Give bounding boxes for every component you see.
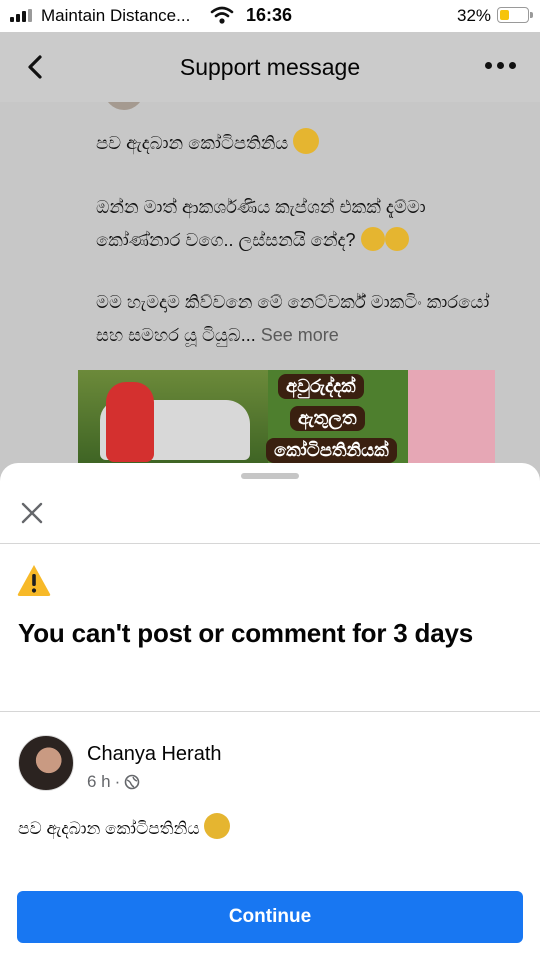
- warning-icon: [17, 565, 51, 596]
- continue-button[interactable]: Continue: [17, 891, 523, 943]
- close-button[interactable]: [16, 497, 48, 529]
- sheet-grabber[interactable]: [241, 473, 299, 479]
- peek-avatar: [104, 102, 144, 110]
- avatar: [18, 735, 74, 791]
- divider: [0, 543, 540, 544]
- status-bar: Maintain Distance... 16:36 32%: [0, 0, 540, 32]
- emoji-icon: [384, 227, 409, 251]
- meta-separator: ·: [114, 772, 121, 791]
- globe-icon: [125, 774, 140, 790]
- close-icon: [21, 502, 43, 524]
- wifi-icon: [210, 6, 234, 24]
- post-body: පව ඇදබාන කෝටිපතිනිය: [18, 813, 231, 839]
- post-text-line: මම හැමදාම කිව්වනෙ මේ නෙට්වර්ක් මාකටිං කා…: [96, 292, 490, 345]
- emoji-icon: [360, 227, 385, 251]
- carrier-label: Maintain Distance...: [41, 6, 191, 25]
- divider: [0, 711, 540, 712]
- emoji-icon: [204, 813, 231, 839]
- battery-icon: [497, 7, 533, 23]
- battery-percent: 32%: [457, 6, 492, 25]
- post-image[interactable]: අවුරුද්දක් ඇතුලත කෝටිපතිනියක්: [78, 370, 495, 465]
- more-options-icon[interactable]: [483, 56, 518, 75]
- author-name: Chanya Herath: [87, 743, 222, 765]
- nav-header: Support message: [0, 32, 540, 102]
- signal-icon: [10, 9, 32, 22]
- post-meta: 6 h ·: [87, 772, 140, 792]
- page-title: Support message: [179, 54, 361, 80]
- post-text-line: ඔන්න මාත් ආකර්ශණිය කැප්ශන් එකක් දැම්මා ක…: [96, 197, 426, 251]
- image-caption: කෝටිපතිනියක්: [266, 438, 397, 463]
- restriction-title: You can't post or comment for 3 days: [18, 618, 474, 648]
- post-time: 6 h: [87, 772, 111, 791]
- post-text-line: පව ඇදබාන කෝටිපතිනිය: [96, 127, 506, 160]
- see-more-link[interactable]: See more: [261, 325, 339, 345]
- emoji-icon: [293, 128, 320, 154]
- background-post: පව ඇදබාන කෝටිපතිනිය ඔන්න මාත් ආකර්ශණිය ක…: [0, 102, 540, 482]
- image-caption: අවුරුද්දක්: [278, 374, 364, 399]
- restriction-sheet: You can't post or comment for 3 days Cha…: [0, 463, 540, 960]
- image-caption: ඇතුලත: [290, 406, 365, 431]
- clock: 16:36: [246, 5, 293, 25]
